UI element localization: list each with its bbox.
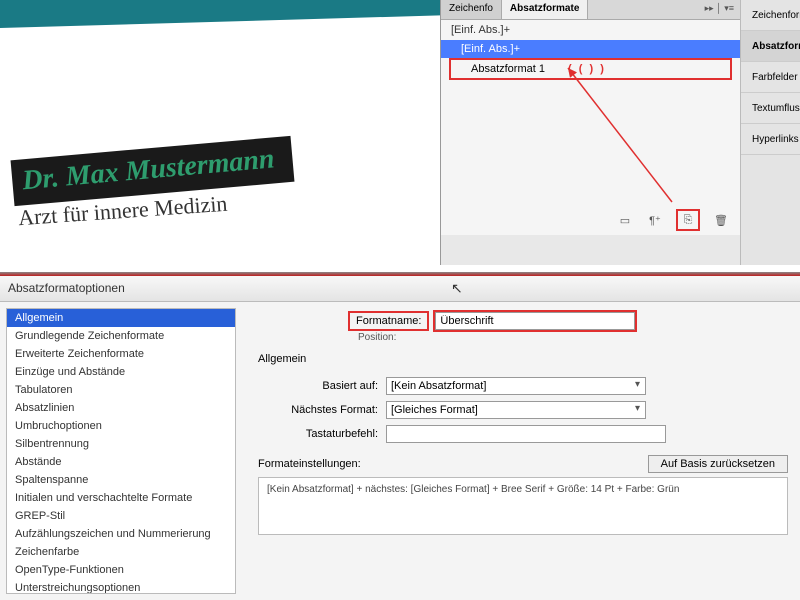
dialog-category-list[interactable]: Allgemein Grundlegende Zeichenformate Er… xyxy=(6,308,236,594)
reset-to-base-button[interactable]: Auf Basis zurücksetzen xyxy=(648,455,788,473)
trash-icon[interactable]: 🗑 xyxy=(712,212,730,228)
formateinstellungen-label: Formateinstellungen: xyxy=(258,458,361,470)
sidebar-item[interactable]: Aufzählungszeichen und Nummerierung xyxy=(7,525,235,543)
style-item-absatzformat1[interactable]: Absatzformat 1 ( ( ) ) xyxy=(449,58,732,80)
naechstes-format-label: Nächstes Format: xyxy=(258,404,378,416)
sidebar-item[interactable]: Umbruchoptionen xyxy=(7,417,235,435)
format-settings-summary: [Kein Absatzformat] + nächstes: [Gleiche… xyxy=(258,477,788,535)
tastaturbefehl-input[interactable] xyxy=(386,425,666,443)
sidebar-item[interactable]: Initialen und verschachtelte Formate xyxy=(7,489,235,507)
sidebar-item[interactable]: Zeichenfarbe xyxy=(7,543,235,561)
sidebar-item[interactable]: Unterstreichungsoptionen xyxy=(7,579,235,594)
paragraph-style-options-dialog: Absatzformatoptionen ↖ Allgemein Grundle… xyxy=(0,276,800,600)
doc-header-strip xyxy=(0,0,440,28)
dock-absatzformate[interactable]: Absatzformate xyxy=(741,31,800,62)
document-canvas[interactable]: Dr. Max Mustermann Arzt für innere Mediz… xyxy=(0,0,440,265)
right-dock: Zeichenformat Absatzformate Farbfelder T… xyxy=(740,0,800,265)
basiert-auf-select[interactable]: [Kein Absatzformat] xyxy=(386,377,646,395)
naechstes-format-select[interactable]: [Gleiches Format] xyxy=(386,401,646,419)
sidebar-item[interactable]: Silbentrennung xyxy=(7,435,235,453)
paragraph-styles-panel: Zeichenfo Absatzformate ▸▸ │ ▾≡ [Einf. A… xyxy=(440,0,740,265)
formatname-input[interactable] xyxy=(435,312,635,330)
sidebar-item[interactable]: Erweiterte Zeichenformate xyxy=(7,345,235,363)
sidebar-item[interactable]: GREP-Stil xyxy=(7,507,235,525)
clear-overrides-icon[interactable]: ¶⁺ xyxy=(646,212,664,228)
style-label: [Einf. Abs.]+ xyxy=(461,43,520,55)
formatname-label: Formatname: xyxy=(348,311,429,331)
dock-textumfluss[interactable]: Textumfluss xyxy=(741,93,800,124)
sidebar-item[interactable]: Spaltenspanne xyxy=(7,471,235,489)
sidebar-item[interactable]: Tabulatoren xyxy=(7,381,235,399)
section-heading: Allgemein xyxy=(258,353,788,365)
sidebar-item[interactable]: OpenType-Funktionen xyxy=(7,561,235,579)
sidebar-item[interactable]: Einzüge und Abstände xyxy=(7,363,235,381)
current-style-label: [Einf. Abs.]+ xyxy=(441,20,740,40)
sidebar-item-allgemein[interactable]: Allgemein xyxy=(7,309,235,327)
new-style-icon[interactable]: ⎘ xyxy=(676,209,700,231)
style-label: Absatzformat 1 xyxy=(471,63,545,75)
sidebar-item[interactable]: Abstände xyxy=(7,453,235,471)
dock-zeichenformate[interactable]: Zeichenformat xyxy=(741,0,800,31)
folder-icon[interactable]: ▭ xyxy=(616,212,634,228)
sidebar-item[interactable]: Absatzlinien xyxy=(7,399,235,417)
cursor-icon: ↖ xyxy=(451,280,463,297)
tab-zeichenformate[interactable]: Zeichenfo xyxy=(441,0,502,19)
dock-hyperlinks[interactable]: Hyperlinks xyxy=(741,124,800,155)
dialog-title: Absatzformatoptionen ↖ xyxy=(0,276,800,302)
style-item-basic[interactable]: [Einf. Abs.]+ xyxy=(441,40,740,58)
annotation-marks: ( ( ) ) xyxy=(568,63,606,75)
dock-farbfelder[interactable]: Farbfelder xyxy=(741,62,800,93)
panel-collapse-icon[interactable]: ▸▸ │ ▾≡ xyxy=(699,0,740,19)
basiert-auf-label: Basiert auf: xyxy=(258,380,378,392)
sidebar-item[interactable]: Grundlegende Zeichenformate xyxy=(7,327,235,345)
tab-absatzformate[interactable]: Absatzformate xyxy=(502,0,588,19)
tastaturbefehl-label: Tastaturbefehl: xyxy=(258,428,378,440)
position-label: Position: xyxy=(358,332,788,343)
